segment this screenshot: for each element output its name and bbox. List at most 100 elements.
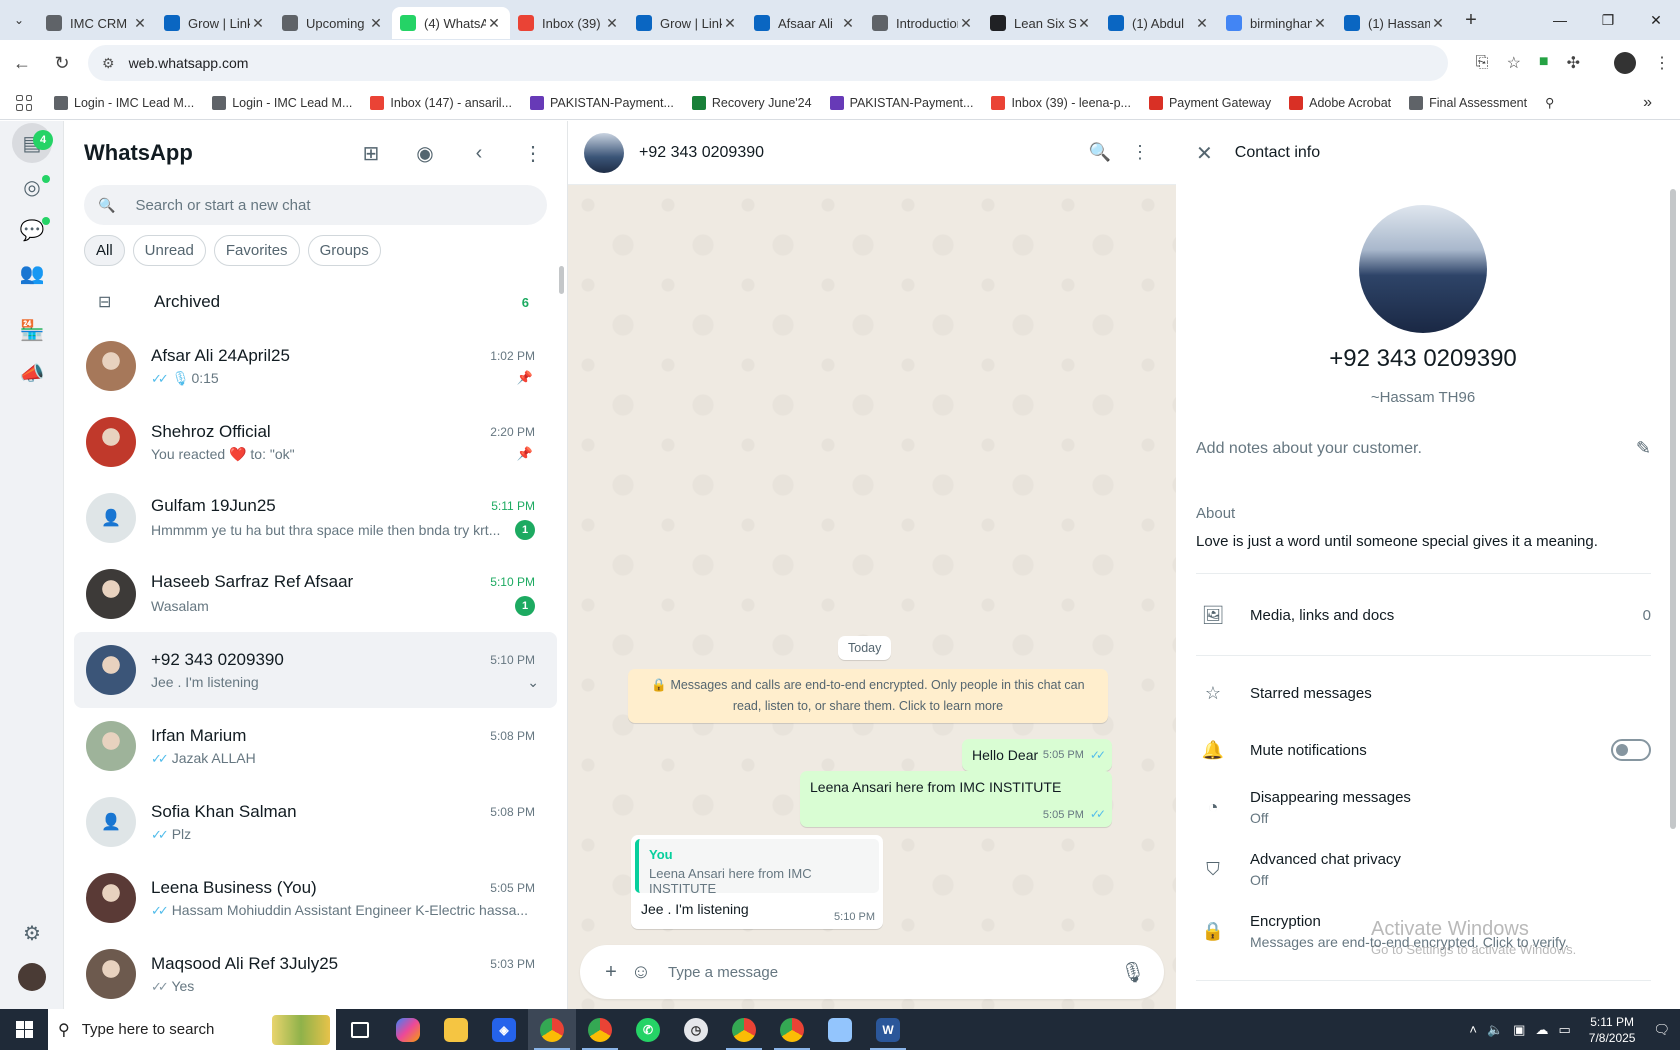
tab-close-icon[interactable]: ✕ — [368, 15, 384, 32]
chat-list-item[interactable]: 👤 Gulfam 19Jun25 5:11 PM Hmmmm ye tu ha but… — [64, 480, 567, 556]
tab-close-icon[interactable]: ✕ — [132, 15, 148, 32]
whatsapp-icon[interactable]: ✆ — [624, 1009, 672, 1050]
apps-grid-icon[interactable] — [16, 94, 32, 111]
bookmark-item[interactable]: Payment Gateway — [1148, 95, 1271, 110]
browser-tab[interactable]: Afsaar Ali ✕ — [746, 7, 864, 39]
copilot-icon[interactable] — [384, 1009, 432, 1050]
chrome-profile-icon[interactable] — [576, 1009, 624, 1050]
filter-chip-groups[interactable]: Groups — [307, 235, 381, 266]
address-bar[interactable]: ⚙ web.whatsapp.com — [88, 45, 1448, 81]
tab-close-icon[interactable]: ✕ — [840, 15, 856, 32]
quoted-message[interactable]: You Leena Ansari here from IMC INSTITUTE — [635, 839, 879, 896]
browser-tab[interactable]: Grow | LinkedIn✕ — [156, 7, 274, 39]
chat-list-item[interactable]: Shehroz Official 2:20 PM You reacted ❤️ to… — [64, 404, 567, 480]
chrome-menu-icon[interactable]: ⋮ — [1654, 53, 1670, 73]
search-messages-icon[interactable]: 🔍 — [1080, 142, 1120, 163]
hide-eye-icon[interactable]: ◉ — [411, 139, 439, 167]
emoji-sticker-icon[interactable]: ☺ — [626, 961, 656, 984]
bookmark-item[interactable]: Inbox (39) - leena-p... — [991, 95, 1131, 110]
menu-icon[interactable]: ⋮ — [519, 139, 547, 167]
message-outgoing[interactable]: Leena Ansari here from IMC INSTITUTE 5:0… — [800, 771, 1112, 827]
chat-list-item[interactable]: Afsar Ali 24April25 1:02 PM ✓✓ 🎙 0:15 📌 — [64, 328, 567, 404]
tab-search-icon[interactable]: ⌄ — [0, 0, 38, 40]
message-outgoing[interactable]: Hello Dear 5:05 PM ✓✓ — [962, 739, 1112, 771]
chat-list-item[interactable]: Leena Business (You) 5:05 PM ✓✓ Hassam Moh… — [64, 860, 567, 936]
chat-list-item[interactable]: Irfan Marium 5:08 PM ✓✓ Jazak ALLAH — [64, 708, 567, 784]
contact-avatar[interactable] — [1359, 205, 1487, 333]
disappearing-messages-row[interactable]: ◔ Disappearing messages Off — [1196, 789, 1651, 826]
microphone-icon[interactable]: 🎙 — [1118, 960, 1148, 985]
chrome-app-icon[interactable] — [720, 1009, 768, 1050]
mute-notifications-row[interactable]: 🔔 Mute notifications — [1196, 739, 1651, 761]
message-input[interactable]: Type a message — [668, 964, 1118, 981]
tab-close-icon[interactable]: ✕ — [604, 15, 620, 32]
tab-close-icon[interactable]: ✕ — [722, 15, 738, 32]
chrome-icon[interactable] — [528, 1009, 576, 1050]
bookmark-item[interactable]: Login - IMC Lead M... — [212, 95, 352, 110]
tab-close-icon[interactable]: ✕ — [958, 15, 974, 32]
bookmark-item[interactable]: Recovery June'24 — [691, 95, 812, 110]
tray-chevron-up-icon[interactable]: ˄ — [1469, 1022, 1477, 1037]
chat-list-item[interactable]: +92 343 0209390 5:10 PM Jee . I'm listenin… — [74, 632, 557, 708]
file-explorer-icon[interactable] — [432, 1009, 480, 1050]
encryption-notice[interactable]: 🔒 Messages and calls are end-to-end encr… — [628, 669, 1108, 723]
back-icon[interactable]: ← — [4, 45, 40, 81]
browser-tab[interactable]: Grow | LinkedIn✕ — [628, 7, 746, 39]
chrome-window-icon[interactable] — [768, 1009, 816, 1050]
bookmark-item[interactable]: Final Assessment — [1409, 95, 1527, 110]
contact-info-scrollbar[interactable] — [1670, 189, 1676, 829]
chat-list-item[interactable]: Maqsood Ali Ref 3July25 5:03 PM ✓✓ Yes — [64, 936, 567, 1012]
minimize-icon[interactable]: — — [1536, 0, 1584, 40]
chevron-left-icon[interactable]: ‹ — [465, 139, 493, 167]
chat-list-scrollbar[interactable] — [559, 266, 564, 294]
task-view-icon[interactable] — [336, 1009, 384, 1050]
tab-close-icon[interactable]: ✕ — [486, 15, 502, 32]
starred-messages-row[interactable]: ☆ Starred messages — [1196, 683, 1651, 704]
advanced-privacy-row[interactable]: ⛉ Advanced chat privacy Off — [1196, 851, 1651, 888]
browser-tab[interactable]: (4) WhatsApp✕ — [392, 7, 510, 39]
restore-icon[interactable]: ❐ — [1584, 0, 1632, 40]
browser-tab[interactable]: Lean Six Sigma✕ — [982, 7, 1100, 39]
profile-avatar-icon[interactable] — [1614, 52, 1636, 74]
meet-now-icon[interactable]: ▣ — [1513, 1022, 1525, 1038]
customer-notes[interactable]: Add notes about your customer. ✎ — [1196, 438, 1651, 459]
browser-tab[interactable]: (1) Hassam ✕ — [1336, 7, 1454, 39]
browser-tab[interactable]: Introduction ✕ — [864, 7, 982, 39]
word-icon[interactable]: W — [864, 1009, 912, 1050]
archived-row[interactable]: ⊟ Archived 6 — [64, 276, 567, 328]
filter-chip-unread[interactable]: Unread — [132, 235, 206, 266]
bookmark-item[interactable]: PAKISTAN-Payment... — [530, 95, 674, 110]
profile-icon[interactable] — [16, 961, 48, 993]
volume-icon[interactable]: 🔈 — [1487, 1022, 1503, 1038]
advertise-icon[interactable]: 📣 — [16, 357, 48, 389]
filter-chip-all[interactable]: All — [84, 235, 125, 266]
close-window-icon[interactable]: ✕ — [1632, 0, 1680, 40]
bookmark-item[interactable]: Inbox (147) - ansaril... — [370, 95, 512, 110]
conversation-menu-icon[interactable]: ⋮ — [1120, 142, 1160, 163]
tab-close-icon[interactable]: ✕ — [1312, 15, 1328, 32]
weather-icon[interactable]: ☁ — [1535, 1022, 1548, 1038]
conversation-header[interactable]: +92 343 0209390 🔍 ⋮ — [568, 121, 1176, 185]
bookmark-extra-icon[interactable]: ⚲ — [1545, 95, 1554, 110]
tab-close-icon[interactable]: ✕ — [1076, 15, 1092, 32]
tab-close-icon[interactable]: ✕ — [1194, 15, 1210, 32]
browser-tab[interactable]: birmingham ✕ — [1218, 7, 1336, 39]
extension-green-icon[interactable]: ■ — [1539, 53, 1549, 73]
catalog-icon[interactable]: 🏪 — [16, 314, 48, 346]
chevron-down-icon[interactable]: ⌄ — [527, 674, 539, 691]
browser-tab[interactable]: Upcoming ✕ — [274, 7, 392, 39]
chat-list-item[interactable]: 👤 Sofia Khan Salman 5:08 PM ✓✓ Plz — [64, 784, 567, 860]
browser-tab[interactable]: Inbox (39) ✕ — [510, 7, 628, 39]
edit-pencil-icon[interactable]: ✎ — [1636, 438, 1651, 459]
reload-icon[interactable]: ↻ — [44, 45, 80, 81]
conversation-name[interactable]: +92 343 0209390 — [639, 144, 1080, 162]
filter-chip-favorites[interactable]: Favorites — [213, 235, 300, 266]
pinned-app-icon[interactable]: ◈ — [480, 1009, 528, 1050]
media-links-docs-row[interactable]: 🖼 Media, links and docs 0 — [1196, 605, 1651, 626]
chat-list-item[interactable]: Haseeb Sarfraz Ref Afsaar 5:10 PM Wasalam 1 — [64, 556, 567, 632]
close-icon[interactable]: ✕ — [1196, 141, 1213, 166]
settings-icon[interactable]: ⚙ — [16, 917, 48, 949]
new-chat-icon[interactable]: ⊞ — [357, 139, 385, 167]
browser-tab[interactable]: IMC CRM ✕ — [38, 7, 156, 39]
network-icon[interactable]: ▭ — [1558, 1022, 1570, 1038]
